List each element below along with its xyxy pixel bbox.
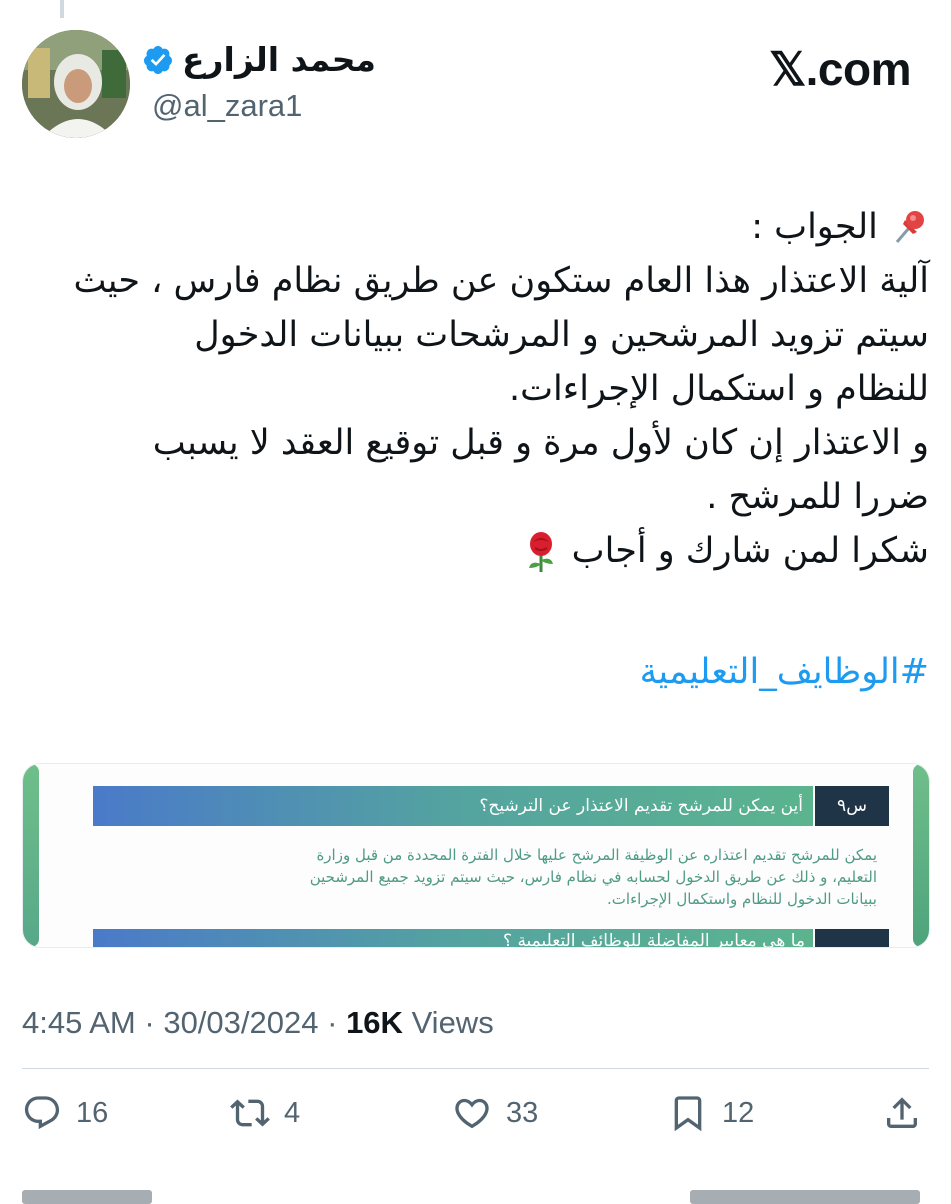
tweet-line: ضررا للمرشح .	[706, 477, 929, 517]
share-button[interactable]	[882, 1085, 922, 1141]
reply-count: 16	[76, 1096, 109, 1129]
heart-icon	[455, 1098, 489, 1129]
tweet-line: سيتم تزويد المرشحين و المرشحات ببيانات ا…	[194, 315, 929, 355]
media-question-text: أين يمكن للمرشح تقديم الاعتذار عن الترشي…	[479, 796, 803, 816]
rose-icon	[528, 532, 553, 572]
views-count: 16K	[346, 1005, 403, 1040]
pushpin-icon	[895, 211, 924, 243]
media-question-bar: أين يمكن للمرشح تقديم الاعتذار عن الترشي…	[93, 786, 813, 826]
tweet-text: الجواب : آلية الاعتذار هذا العام ستكون ع…	[22, 200, 929, 578]
media-answer-line: ببيانات الدخول للنظام واستكمال الإجراءات…	[607, 890, 877, 908]
verified-badge-icon	[144, 45, 173, 74]
meta-separator: ·	[144, 1005, 155, 1040]
display-name[interactable]: محمد الزارع	[182, 40, 376, 79]
tweet-header: محمد الزارع @al_zara1 𝕏.com	[0, 0, 951, 150]
hashtag-link[interactable]: #الوظايف_التعليمية	[640, 652, 929, 692]
bookmark-icon	[674, 1096, 702, 1132]
media-left-edge	[23, 764, 39, 947]
share-icon	[887, 1097, 917, 1128]
like-count: 33	[506, 1096, 539, 1129]
repost-icon	[230, 1099, 270, 1127]
tweet-line: و الاعتذار إن كان لأول مرة و قبل توقيع ا…	[152, 423, 929, 463]
views-label: Views	[411, 1005, 494, 1040]
media-next-question-bar: ما هي معايير المفاضلة للوظائف التعليمية …	[93, 929, 813, 948]
bookmark-button[interactable]: 12	[668, 1085, 754, 1141]
meta-separator: ·	[327, 1005, 338, 1040]
avatar[interactable]	[22, 30, 130, 138]
tweet-line: الجواب :	[22, 200, 929, 254]
avatar-image	[22, 30, 130, 138]
tweet-line: شكرا لمن شارك و أجاب	[22, 524, 929, 578]
author-handle[interactable]: @al_zara1	[152, 88, 302, 124]
media-next-question-text: ما هي معايير المفاضلة للوظائف التعليمية …	[503, 931, 805, 948]
media-question-badge: س٩	[815, 786, 889, 826]
tweet-line: للنظام و استكمال الإجراءات.	[508, 369, 929, 409]
repost-count: 4	[284, 1096, 301, 1129]
tweet-media-image[interactable]: أين يمكن للمرشح تقديم الاعتذار عن الترشي…	[22, 763, 930, 948]
media-next-question-badge	[815, 929, 889, 947]
site-label: 𝕏.com	[769, 43, 911, 95]
reply-button[interactable]: 16	[22, 1085, 108, 1141]
repost-button[interactable]: 4	[230, 1085, 300, 1141]
author-name-row: محمد الزارع	[142, 40, 376, 79]
tweet-date[interactable]: 30/03/2024	[163, 1005, 318, 1040]
like-button[interactable]: 33	[452, 1085, 538, 1141]
action-bar: 16 4 33 12	[0, 1085, 951, 1141]
media-answer: يمكن للمرشح تقديم اعتذاره عن الوظيفة الم…	[83, 844, 877, 910]
tweet-line: آلية الاعتذار هذا العام ستكون عن طريق نظ…	[73, 261, 929, 301]
reply-icon	[24, 1096, 60, 1130]
bookmark-count: 12	[722, 1096, 755, 1129]
cut-off-content	[22, 1190, 152, 1204]
media-answer-line: يمكن للمرشح تقديم اعتذاره عن الوظيفة الم…	[316, 846, 877, 864]
media-answer-line: التعليم، و ذلك عن طريق الدخول لحسابه في …	[309, 868, 877, 886]
thread-line	[60, 0, 64, 18]
tweet-time[interactable]: 4:45 AM	[22, 1005, 136, 1040]
divider	[22, 1068, 929, 1069]
media-right-edge	[913, 764, 929, 947]
tweet-meta: 4:45 AM · 30/03/2024 · 16K Views	[22, 1005, 494, 1041]
cut-off-content	[690, 1190, 920, 1204]
